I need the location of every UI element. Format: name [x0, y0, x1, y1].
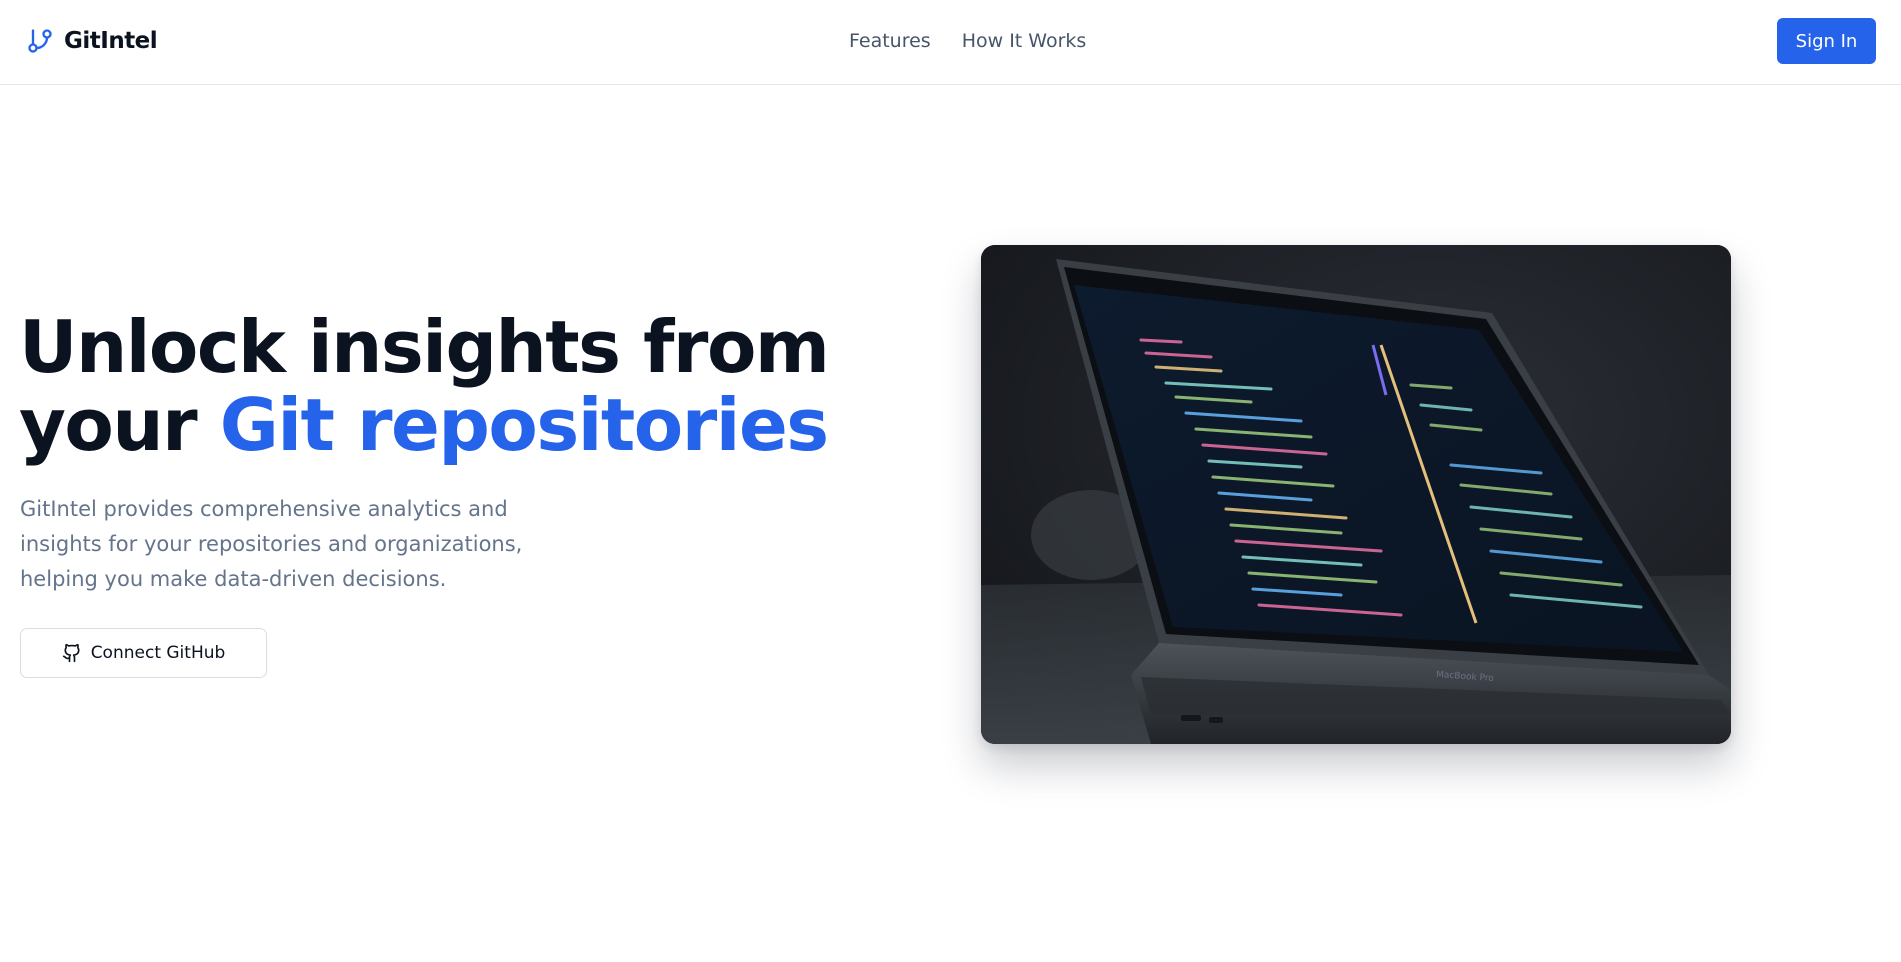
main-nav: Features How It Works	[849, 30, 1086, 52]
nav-link-features[interactable]: Features	[849, 30, 931, 52]
connect-github-label: Connect GitHub	[90, 643, 226, 663]
hero-title-accent: Git repositories	[219, 383, 829, 467]
laptop-illustration: MacBook Pro	[981, 245, 1731, 744]
hero-title-prefix: your	[19, 383, 220, 467]
git-branch-icon	[28, 29, 52, 53]
connect-github-button[interactable]: Connect GitHub	[20, 628, 267, 678]
brand-name: GitIntel	[64, 28, 158, 54]
sign-in-button[interactable]: Sign In	[1777, 18, 1876, 64]
github-icon	[62, 643, 80, 663]
hero-description: GitIntel provides comprehensive analytic…	[20, 497, 523, 591]
hero-title-line1: Unlock insights from	[19, 305, 830, 389]
hero-laptop-image: MacBook Pro	[981, 245, 1731, 744]
hero-title: Unlock insights from your Git repositori…	[19, 308, 839, 464]
nav-link-how-it-works[interactable]: How It Works	[962, 30, 1087, 52]
brand-logo[interactable]: GitIntel	[26, 26, 158, 56]
site-header: GitIntel Features How It Works Sign In	[0, 0, 1901, 85]
